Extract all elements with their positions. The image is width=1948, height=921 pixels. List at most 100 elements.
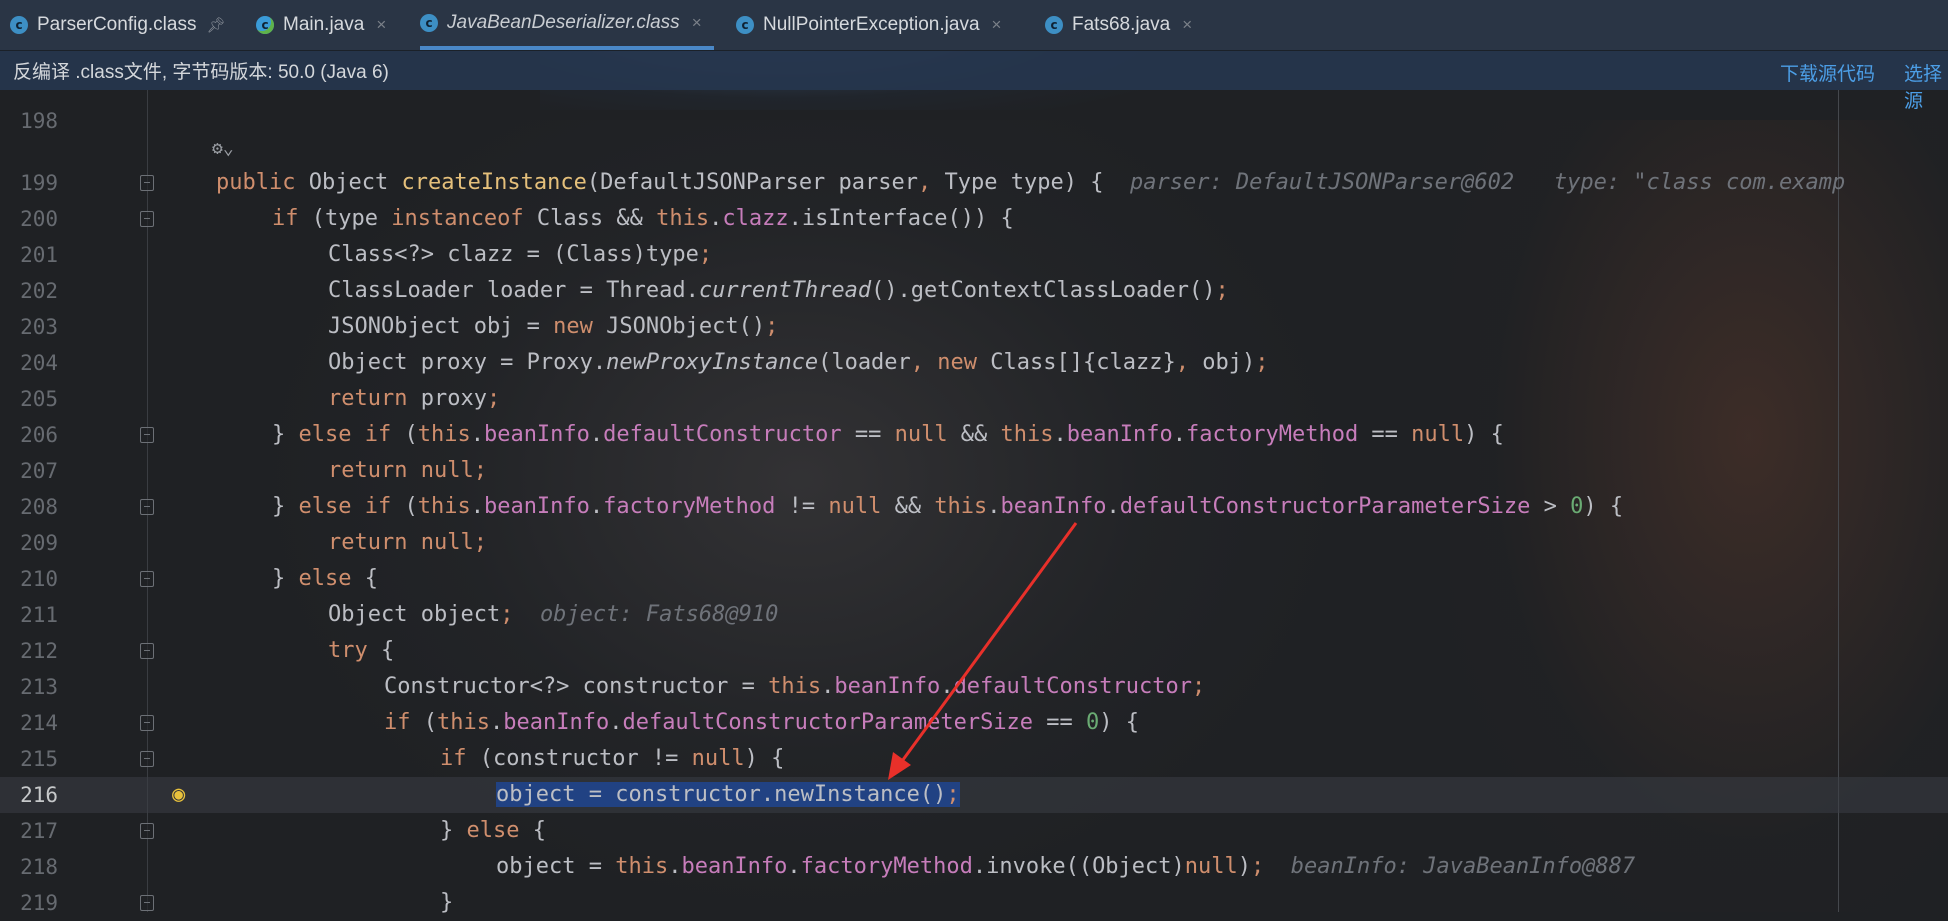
code-line: 206 } else if (this.beanInfo.defaultCons… [0, 417, 1948, 453]
fold-marker-icon[interactable] [140, 427, 154, 443]
fold-marker-icon[interactable] [140, 211, 154, 227]
lightbulb-icon[interactable]: ◉ [172, 783, 185, 807]
line-number: 213 [20, 675, 58, 699]
debug-inline-value: object: Fats68@910 [539, 602, 779, 627]
code-text: } [440, 890, 454, 915]
line-number: 214 [20, 711, 58, 735]
code-line: 207 return null; [0, 453, 1948, 489]
code-text: } else if (this.beanInfo.defaultConstruc… [272, 422, 1504, 447]
fold-marker-icon[interactable] [140, 751, 154, 767]
pin-icon[interactable]: 📌︎ [206, 16, 225, 34]
tab-main-java[interactable]: c Main.java × [256, 0, 386, 50]
fold-marker-icon[interactable] [140, 715, 154, 731]
line-number: 202 [20, 279, 58, 303]
code-line: 208 } else if (this.beanInfo.factoryMeth… [0, 489, 1948, 525]
code-text-selected[interactable]: object = constructor.newInstance(); [496, 777, 960, 813]
line-number: 199 [20, 171, 58, 195]
code-editor[interactable]: ⚙⌄ 198 199 public Object createInstance(… [0, 90, 1948, 915]
code-text: public Object createInstance(DefaultJSON… [216, 170, 1846, 195]
line-number: 216 [20, 783, 58, 807]
line-number: 205 [20, 387, 58, 411]
fold-marker-icon[interactable] [140, 499, 154, 515]
line-number: 200 [20, 207, 58, 231]
code-line: 210 } else { [0, 561, 1948, 597]
line-number: 209 [20, 531, 58, 555]
code-line: 214 if (this.beanInfo.defaultConstructor… [0, 705, 1948, 741]
java-modified-icon: c [256, 16, 274, 34]
tab-label: ParserConfig.class [37, 14, 197, 35]
line-number: 210 [20, 567, 58, 591]
debug-inline-value: parser: DefaultJSONParser@602 [1129, 170, 1515, 195]
code-line: 205 return proxy; [0, 381, 1948, 417]
line-number: 204 [20, 351, 58, 375]
line-number: 212 [20, 639, 58, 663]
line-number: 215 [20, 747, 58, 771]
code-text: Class<?> clazz = (Class)type; [328, 242, 713, 267]
fold-marker-icon[interactable] [140, 175, 154, 191]
line-number: 201 [20, 243, 58, 267]
line-number: 206 [20, 423, 58, 447]
tab-fats68[interactable]: c Fats68.java × [1045, 0, 1192, 50]
close-icon[interactable]: × [992, 15, 1002, 35]
code-line: 219 } [0, 885, 1948, 921]
code-line: 218 object = this.beanInfo.factoryMethod… [0, 849, 1948, 885]
class-icon: c [1045, 16, 1063, 34]
tab-label: NullPointerException.java [763, 14, 980, 35]
line-number: 207 [20, 459, 58, 483]
fold-marker-icon[interactable] [140, 571, 154, 587]
fold-marker-icon[interactable] [140, 823, 154, 839]
tab-javabeandeserializer[interactable]: c JavaBeanDeserializer.class × [420, 0, 714, 50]
line-number: 219 [20, 891, 58, 915]
code-text: return null; [328, 530, 487, 555]
code-text: Object object; object: Fats68@910 [328, 602, 779, 627]
line-number: 218 [20, 855, 58, 879]
code-text: ClassLoader loader = Thread.currentThrea… [328, 278, 1229, 303]
code-text: if (constructor != null) { [440, 746, 785, 771]
code-line: 204 Object proxy = Proxy.newProxyInstanc… [0, 345, 1948, 381]
code-text: } else { [440, 818, 546, 843]
tab-label: Main.java [283, 14, 365, 35]
decompiled-info-banner: 反编译 .class文件, 字节码版本: 50.0 (Java 6) 下载源代码… [0, 51, 1948, 112]
fold-marker-icon[interactable] [140, 895, 154, 911]
download-sources-link[interactable]: 下载源代码 [1780, 59, 1875, 86]
close-icon[interactable]: × [692, 13, 702, 33]
code-text: JSONObject obj = new JSONObject(); [328, 314, 779, 339]
code-line: 213 Constructor<?> constructor = this.be… [0, 669, 1948, 705]
line-number: 203 [20, 315, 58, 339]
editor-tab-bar: c ParserConfig.class 📌︎ c Main.java × c … [0, 0, 1948, 51]
code-line: 202 ClassLoader loader = Thread.currentT… [0, 273, 1948, 309]
tab-label: JavaBeanDeserializer.class [447, 12, 680, 33]
banner-text: 反编译 .class文件, 字节码版本: 50.0 (Java 6) [13, 62, 389, 83]
code-text: object = this.beanInfo.factoryMethod.inv… [496, 854, 1636, 879]
line-number: 198 [20, 109, 58, 133]
code-line: 215 if (constructor != null) { [0, 741, 1948, 777]
code-text: if (type instanceof Class && this.clazz.… [272, 206, 1014, 231]
code-line: 217 } else { [0, 813, 1948, 849]
tab-label: Fats68.java [1072, 14, 1171, 35]
code-line: 209 return null; [0, 525, 1948, 561]
class-icon: c [420, 14, 438, 32]
current-code-line: 216 ◉ object = constructor.newInstance()… [0, 777, 1948, 813]
code-text: Object proxy = Proxy.newProxyInstance(lo… [328, 350, 1269, 375]
tab-nullpointerexception[interactable]: c NullPointerException.java × [736, 0, 1001, 50]
fold-marker-icon[interactable] [140, 643, 154, 659]
class-icon: c [10, 16, 28, 34]
code-line: 199 public Object createInstance(Default… [0, 165, 1948, 201]
close-icon[interactable]: × [1182, 15, 1192, 35]
code-text: return null; [328, 458, 487, 483]
line-number: 217 [20, 819, 58, 843]
code-text: Constructor<?> constructor = this.beanIn… [384, 674, 1206, 699]
code-vision-annotation[interactable]: ⚙⌄ [212, 138, 234, 159]
debug-inline-value: type: "class com.examp [1553, 170, 1846, 195]
close-icon[interactable]: × [376, 15, 386, 35]
code-text: } else if (this.beanInfo.factoryMethod !… [272, 494, 1624, 519]
line-number: 208 [20, 495, 58, 519]
code-text: return proxy; [328, 386, 501, 411]
code-line: 200 if (type instanceof Class && this.cl… [0, 201, 1948, 237]
code-text: } else { [272, 566, 378, 591]
tab-parserconfig[interactable]: c ParserConfig.class 📌︎ [10, 0, 226, 50]
debug-inline-value: beanInfo: JavaBeanInfo@887 [1290, 854, 1636, 879]
code-line: 198 [0, 103, 1948, 139]
code-line: 212 try { [0, 633, 1948, 669]
code-line: 201 Class<?> clazz = (Class)type; [0, 237, 1948, 273]
